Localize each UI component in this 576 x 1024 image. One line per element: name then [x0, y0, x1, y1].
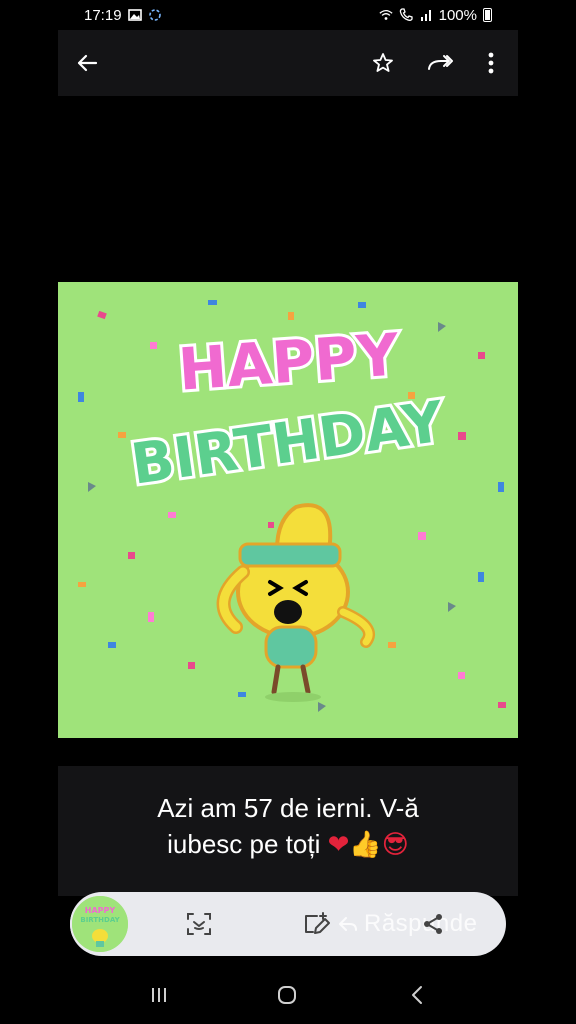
status-left: 17:19	[84, 7, 162, 24]
reply-button[interactable]: Răspunde	[338, 910, 477, 938]
caption-line-2: iubesc pe toți ❤👍😎	[58, 826, 518, 863]
gif-thumbnail[interactable]: HAPPY BIRTHDAY	[70, 894, 130, 954]
forward-button[interactable]	[425, 48, 455, 78]
battery-icon	[483, 8, 492, 22]
call-icon	[399, 8, 413, 21]
reply-icon	[339, 917, 357, 931]
home-icon	[278, 986, 296, 1004]
status-right: 100%	[379, 7, 492, 24]
home-button[interactable]	[272, 982, 302, 1008]
caption-line-1: Azi am 57 de ierni. V-ă	[157, 793, 419, 823]
phone-screen: 17:19 100% HAPPY BIRTHDAY Azi am 57 de i…	[58, 0, 518, 1024]
app-icon	[148, 9, 161, 21]
birthday-gif[interactable]: HAPPY BIRTHDAY	[58, 282, 518, 738]
top-toolbar	[58, 30, 518, 96]
caption-line-2-text: iubesc pe toți	[167, 829, 321, 859]
bottom-action-bar: HAPPY BIRTHDAY Răspunde	[70, 892, 506, 956]
status-bar: 17:19 100%	[58, 0, 518, 30]
arrow-left-icon	[77, 54, 98, 72]
share-button[interactable]	[418, 909, 448, 939]
more-vertical-icon	[488, 52, 494, 74]
recent-apps-icon	[152, 988, 166, 1002]
svg-text:BIRTHDAY: BIRTHDAY	[80, 916, 120, 924]
share-icon	[424, 914, 442, 934]
battery-text: 100%	[438, 6, 477, 24]
wifi-icon	[379, 9, 393, 20]
back-icon	[412, 986, 422, 1004]
status-time: 17:19	[84, 6, 122, 24]
forward-icon	[428, 55, 453, 70]
media-viewer: HAPPY BIRTHDAY	[58, 96, 518, 764]
svg-text:HAPPY: HAPPY	[85, 906, 116, 915]
edit-icon	[305, 912, 330, 934]
scan-icon	[187, 913, 211, 935]
recent-apps-button[interactable]	[144, 982, 174, 1008]
star-button[interactable]	[368, 48, 398, 78]
more-options-button[interactable]	[476, 48, 506, 78]
message-caption: Azi am 57 de ierni. V-ă iubesc pe toți ❤…	[58, 766, 518, 896]
edit-button[interactable]	[302, 909, 332, 939]
thumbnail-image: HAPPY BIRTHDAY	[72, 896, 128, 952]
system-nav-bar	[58, 964, 518, 1024]
gallery-icon	[127, 9, 142, 21]
birthday-gif-art: HAPPY BIRTHDAY	[58, 282, 518, 738]
star-outline-icon	[373, 53, 393, 72]
back-button[interactable]	[72, 48, 102, 78]
nav-back-button[interactable]	[402, 982, 432, 1008]
scan-button[interactable]	[184, 909, 214, 939]
caption-emojis: ❤👍😎	[327, 830, 409, 860]
signal-icon	[420, 10, 431, 21]
